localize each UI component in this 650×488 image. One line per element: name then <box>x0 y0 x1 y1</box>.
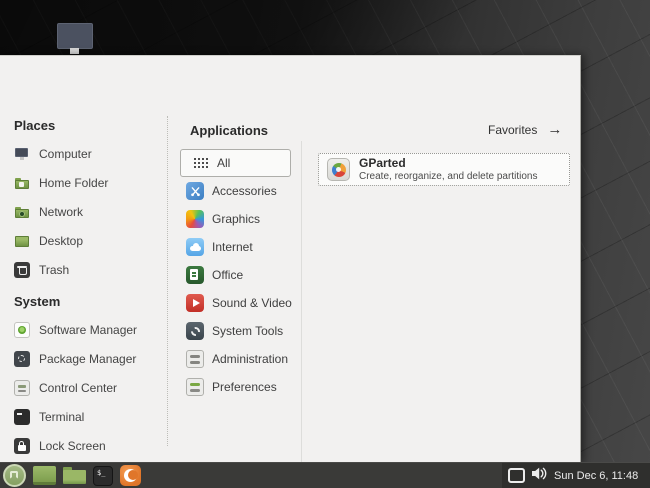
category-label: System Tools <box>212 324 284 338</box>
terminal-icon <box>14 409 30 425</box>
category-label: All <box>217 156 231 170</box>
menu-button[interactable] <box>3 464 26 487</box>
category-label: Graphics <box>212 212 261 226</box>
favorites-label: Favorites <box>488 123 538 137</box>
gparted-icon <box>327 158 350 181</box>
graphics-icon <box>186 210 204 228</box>
sidebar-item-label: Computer <box>39 147 92 161</box>
sidebar-item-label: Desktop <box>39 234 84 248</box>
home-folder-icon <box>14 175 30 191</box>
arrow-right-icon: → <box>547 121 563 138</box>
search-result-gparted[interactable]: GParted Create, reorganize, and delete p… <box>318 153 570 186</box>
results-separator <box>301 141 302 481</box>
firefox-launcher[interactable] <box>120 465 141 486</box>
applications-heading: Applications <box>190 123 269 138</box>
desktop-computer-icon[interactable] <box>56 6 94 54</box>
category-label: Internet <box>212 240 253 254</box>
package-manager-icon <box>14 351 30 367</box>
category-label: Accessories <box>212 184 277 198</box>
sidebar-item-label: Network <box>39 205 84 219</box>
monitor-icon <box>57 23 93 49</box>
category-internet[interactable]: Internet <box>186 238 298 256</box>
sound-video-icon <box>186 294 204 312</box>
category-label: Administration <box>212 352 289 366</box>
places-heading: Places <box>14 118 56 133</box>
sidebar-item-terminal[interactable]: Terminal <box>14 408 164 426</box>
sidebar-item-package-manager[interactable]: Package Manager <box>14 350 164 368</box>
mint-menu-popup: Places Computer Home Folder Network Desk… <box>0 55 581 483</box>
system-heading: System <box>14 294 61 309</box>
result-title: GParted <box>359 155 406 170</box>
category-preferences[interactable]: Preferences <box>186 378 298 396</box>
accessories-icon <box>186 182 204 200</box>
desktop-folder-icon <box>14 233 30 249</box>
show-desktop-button[interactable] <box>33 466 56 485</box>
monitor-stand <box>70 48 79 54</box>
result-description: Create, reorganize, and delete partition… <box>359 170 538 182</box>
favorites-button[interactable]: Favorites → <box>488 121 563 138</box>
terminal-glyph: $_ <box>97 468 106 477</box>
display-tray-icon[interactable] <box>508 468 525 483</box>
system-tools-icon <box>186 322 204 340</box>
sidebar-item-control-center[interactable]: Control Center <box>14 379 164 397</box>
sidebar-item-label: Package Manager <box>39 352 137 366</box>
category-label: Sound & Video <box>212 296 292 310</box>
lock-screen-icon <box>14 438 30 454</box>
trash-icon <box>14 262 30 278</box>
category-system-tools[interactable]: System Tools <box>186 322 298 340</box>
category-label: Preferences <box>212 380 277 394</box>
file-manager-launcher[interactable] <box>63 467 86 484</box>
sidebar-item-label: Control Center <box>39 381 118 395</box>
sidebar-item-home-folder[interactable]: Home Folder <box>14 174 164 192</box>
category-administration[interactable]: Administration <box>186 350 298 368</box>
clock[interactable]: Sun Dec 6, 11:48 <box>554 470 638 482</box>
computer-icon <box>14 146 30 162</box>
column-separator <box>167 116 168 446</box>
sidebar-item-network[interactable]: Network <box>14 203 164 221</box>
category-sound-video[interactable]: Sound & Video <box>186 294 298 312</box>
control-center-icon <box>14 380 30 396</box>
desktop: Places Computer Home Folder Network Desk… <box>0 0 650 488</box>
category-all-button[interactable]: All <box>180 149 291 177</box>
software-manager-icon <box>14 322 30 338</box>
preferences-icon <box>186 378 204 396</box>
sidebar-item-label: Trash <box>39 263 70 277</box>
terminal-launcher[interactable]: $_ <box>93 465 113 486</box>
sidebar-item-lock-screen[interactable]: Lock Screen <box>14 437 164 455</box>
category-graphics[interactable]: Graphics <box>186 210 298 228</box>
sidebar-item-label: Software Manager <box>39 323 138 337</box>
administration-icon <box>186 350 204 368</box>
sidebar-item-trash[interactable]: Trash <box>14 261 164 279</box>
sidebar-item-computer[interactable]: Computer <box>14 145 164 163</box>
sidebar-item-software-manager[interactable]: Software Manager <box>14 321 164 339</box>
category-label: Office <box>212 268 244 282</box>
sidebar-item-label: Lock Screen <box>39 439 106 453</box>
internet-icon <box>186 238 204 256</box>
volume-icon[interactable] <box>531 466 548 486</box>
office-icon <box>186 266 204 284</box>
category-accessories[interactable]: Accessories <box>186 182 298 200</box>
sidebar-item-label: Terminal <box>39 410 85 424</box>
sidebar-item-label: Home Folder <box>39 176 109 190</box>
bottom-panel: $_ Sun Dec 6, 11:48 <box>0 462 650 488</box>
sidebar-item-desktop[interactable]: Desktop <box>14 232 164 250</box>
all-grid-icon <box>194 158 208 168</box>
system-tray: Sun Dec 6, 11:48 <box>502 463 650 488</box>
category-office[interactable]: Office <box>186 266 298 284</box>
network-folder-icon <box>14 204 30 220</box>
